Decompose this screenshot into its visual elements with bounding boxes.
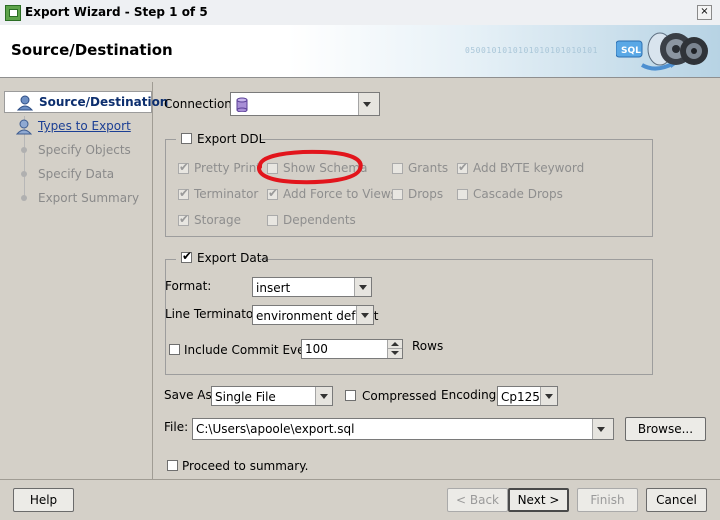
commit-every-spinner[interactable]: 100 — [301, 339, 403, 359]
proceed-summary-checkbox[interactable] — [167, 460, 178, 471]
add-force-checkbox[interactable]: ✔ — [267, 186, 278, 200]
chevron-down-icon[interactable] — [540, 387, 557, 405]
add-byte-checkbox[interactable]: ✔ — [457, 160, 468, 174]
pretty-print-checkbox[interactable]: ✔ — [178, 160, 189, 174]
step-export-summary: Export Summary — [4, 188, 152, 208]
add-force-label: Add Force to Views — [283, 187, 397, 201]
step-label: Specify Objects — [38, 143, 131, 157]
save-as-value: Single File — [215, 390, 276, 404]
file-path-value: C:\Users\apoole\export.sql — [196, 422, 355, 436]
footer-separator — [0, 479, 720, 480]
file-path-combo[interactable]: C:\Users\apoole\export.sql — [192, 418, 614, 440]
chevron-down-icon[interactable] — [354, 278, 371, 296]
chevron-down-icon[interactable] — [315, 387, 332, 405]
step-source-destination[interactable]: Source/Destination — [4, 91, 168, 113]
export-ddl-label: Export DDL — [197, 132, 266, 146]
export-data-checkbox[interactable]: ✔ — [181, 249, 192, 263]
commit-every-value: 100 — [305, 342, 328, 356]
line-terminator-select[interactable]: environment default — [252, 305, 378, 325]
export-ddl-checkbox[interactable] — [181, 133, 192, 144]
spinner-up-icon[interactable] — [387, 340, 402, 349]
person-icon — [16, 95, 34, 111]
page-title: Source/Destination — [11, 41, 173, 59]
cascade-drops-label: Cascade Drops — [473, 187, 563, 201]
connection-label: Connection: — [164, 97, 236, 111]
person-icon — [15, 119, 33, 135]
terminator-label: Terminator — [194, 187, 259, 201]
drops-label: Drops — [408, 187, 444, 201]
step-label: Source/Destination — [39, 95, 169, 109]
encoding-label: Encoding: — [441, 388, 501, 402]
window-title: Export Wizard - Step 1 of 5 — [25, 5, 208, 19]
storage-checkbox[interactable]: ✔ — [178, 212, 189, 226]
wizard-header: Source/Destination 050010101010101010101… — [0, 25, 720, 78]
spinner-down-icon[interactable] — [387, 349, 402, 358]
format-value: insert — [256, 281, 291, 295]
sql-logo-icon: SQL — [616, 32, 708, 71]
back-button[interactable]: < Back — [447, 488, 508, 512]
step-dot-icon — [21, 195, 27, 201]
chevron-down-icon[interactable] — [356, 306, 373, 324]
line-terminator-label: Line Terminator: — [165, 307, 263, 321]
step-label: Types to Export — [38, 119, 131, 133]
grants-checkbox[interactable] — [392, 163, 403, 174]
sql-logo-text: SQL — [621, 46, 641, 56]
dependents-checkbox[interactable] — [267, 215, 278, 226]
rows-label: Rows — [412, 339, 444, 353]
title-bar: Export Wizard - Step 1 of 5 × — [0, 0, 720, 26]
annotation-circle — [257, 149, 363, 185]
chevron-down-icon[interactable] — [592, 419, 613, 439]
file-label: File: — [164, 420, 189, 434]
format-select[interactable]: insert — [252, 277, 372, 297]
terminator-checkbox[interactable]: ✔ — [178, 186, 189, 200]
add-byte-label: Add BYTE keyword — [473, 161, 585, 175]
step-label: Specify Data — [38, 167, 115, 181]
step-specify-objects: Specify Objects — [4, 140, 152, 160]
binary-decoration: 0500101010101010101010101 — [465, 46, 598, 55]
step-dot-icon — [21, 147, 27, 153]
storage-label: Storage — [194, 213, 241, 227]
compressed-checkbox[interactable] — [345, 390, 356, 401]
step-dot-icon — [21, 171, 27, 177]
compressed-label: Compressed — [362, 389, 437, 403]
database-icon — [236, 97, 248, 112]
save-as-label: Save As — [164, 388, 212, 402]
app-icon — [5, 5, 21, 21]
dependents-label: Dependents — [283, 213, 356, 227]
close-button[interactable]: × — [697, 5, 712, 20]
browse-button[interactable]: Browse... — [625, 417, 706, 441]
finish-button[interactable]: Finish — [577, 488, 638, 512]
save-as-select[interactable]: Single File — [211, 386, 333, 406]
include-commit-checkbox[interactable] — [169, 344, 180, 355]
include-commit-label: Include Commit Every — [184, 343, 317, 357]
connection-select[interactable] — [230, 92, 380, 116]
step-label: Export Summary — [38, 191, 140, 205]
wizard-steps: Source/Destination Types to Export Speci… — [4, 82, 168, 479]
cascade-drops-checkbox[interactable] — [457, 189, 468, 200]
drops-checkbox[interactable] — [392, 189, 403, 200]
help-button[interactable]: Help — [13, 488, 74, 512]
step-specify-data: Specify Data — [4, 164, 152, 184]
grants-label: Grants — [408, 161, 449, 175]
next-button[interactable]: Next > — [508, 488, 569, 512]
export-data-label: Export Data — [197, 251, 269, 265]
step-types-to-export[interactable]: Types to Export — [4, 116, 152, 136]
cancel-button[interactable]: Cancel — [646, 488, 707, 512]
proceed-summary-label: Proceed to summary. — [182, 459, 309, 473]
pretty-print-label: Pretty Print — [194, 161, 262, 175]
chevron-down-icon[interactable] — [358, 93, 379, 115]
encoding-select[interactable]: Cp1252 — [497, 386, 558, 406]
format-label: Format: — [165, 279, 212, 293]
